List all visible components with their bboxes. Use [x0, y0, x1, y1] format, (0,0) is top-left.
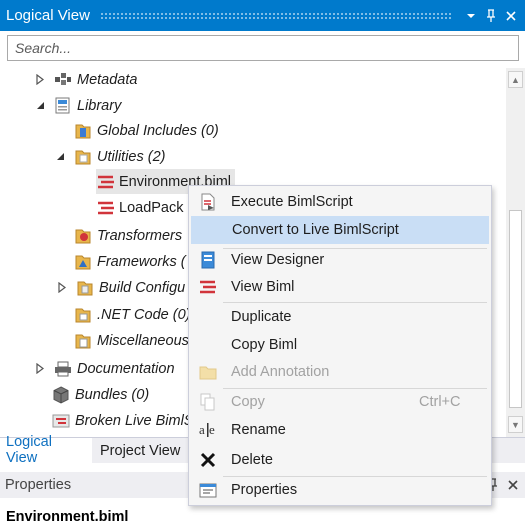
tree-item-miscellaneous[interactable]: Miscellaneous [74, 328, 189, 353]
menu-item-copy-biml[interactable]: Copy Biml [191, 331, 489, 359]
menu-item-copy[interactable]: Copy Ctrl+C [191, 388, 489, 416]
designer-icon [199, 251, 217, 269]
collapse-icon[interactable] [34, 100, 46, 112]
expand-icon[interactable] [34, 74, 46, 86]
menu-item-view-designer[interactable]: View Designer [191, 246, 489, 274]
folder-icon [74, 306, 92, 324]
library-icon [54, 97, 72, 115]
tree-item-build-configurations[interactable]: Build Configu [56, 275, 185, 300]
folder-icon [74, 122, 92, 140]
search-box[interactable] [7, 35, 519, 61]
menu-item-label: View Biml [231, 279, 295, 295]
tree-item-label: Bundles (0) [75, 386, 150, 403]
tree-item-net-code[interactable]: .NET Code (0) [74, 302, 190, 327]
menu-item-label: Properties [231, 482, 298, 498]
tab-label: Logical View [6, 434, 52, 466]
menu-item-label: Convert to Live BimlScript [232, 222, 399, 238]
tool-window-titlebar: Logical View [0, 0, 525, 31]
tree-item-label: Miscellaneous [97, 332, 189, 349]
tree-scrollbar[interactable]: ▲ ▼ [506, 68, 525, 438]
execute-script-icon [199, 193, 217, 211]
tree-item-label: Build Configu [99, 279, 186, 296]
metadata-icon [54, 71, 72, 89]
menu-item-add-annotation[interactable]: Add Annotation [191, 358, 489, 386]
menu-item-label: Delete [231, 452, 273, 468]
tab-label: Project View [100, 443, 181, 459]
menu-item-label: Execute BimlScript [231, 194, 353, 210]
tree-item-metadata[interactable]: Metadata [34, 67, 137, 92]
search-input[interactable] [8, 36, 518, 60]
biml-file-icon [96, 199, 114, 217]
menu-item-label: Copy Biml [231, 337, 298, 353]
tree-item-label: Metadata [77, 71, 138, 88]
pin-icon[interactable] [481, 6, 501, 26]
menu-item-label: View Designer [231, 252, 325, 268]
tree-item-label: .NET Code (0) [97, 306, 191, 323]
tree-item-library[interactable]: Library [34, 93, 121, 118]
printer-icon [54, 360, 72, 378]
properties-icon [199, 481, 217, 499]
menu-item-shortcut: Ctrl+C [419, 394, 461, 410]
menu-item-label: Copy [231, 394, 265, 410]
folder-icon [74, 332, 92, 350]
frameworks-folder-icon [74, 253, 92, 271]
tree-item-label: Broken Live BimlS [75, 412, 194, 429]
menu-item-label: Duplicate [231, 309, 292, 325]
scrollbar-thumb[interactable] [509, 210, 522, 408]
menu-item-label: Rename [231, 422, 286, 438]
properties-title: Properties [5, 477, 72, 493]
tree-item-label: Frameworks ( [97, 253, 186, 270]
tree-item-label: Library [77, 97, 122, 114]
tree-item-label: Transformers [97, 227, 183, 244]
tree-item-label: Global Includes (0) [97, 122, 219, 139]
tree-item-bundles[interactable]: Bundles (0) [52, 382, 149, 407]
window-title: Logical View [6, 7, 90, 24]
tree-item-label: Documentation [77, 360, 175, 377]
folder-icon [74, 148, 92, 166]
delete-x-icon [199, 451, 217, 469]
rename-icon: ae [199, 421, 217, 439]
collapse-icon[interactable] [54, 151, 66, 163]
tree-item-broken-live-bimlscripts[interactable]: Broken Live BimlS [52, 408, 193, 433]
tree-item-global-includes[interactable]: Global Includes (0) [74, 118, 219, 143]
menu-item-view-biml[interactable]: View Biml [191, 273, 489, 301]
scroll-up-icon[interactable]: ▲ [508, 71, 523, 88]
annotation-icon [199, 363, 217, 381]
svg-text:e: e [209, 422, 215, 437]
tree-item-documentation[interactable]: Documentation [34, 356, 175, 381]
transformers-folder-icon [74, 227, 92, 245]
tab-logical-view[interactable]: Logical View [0, 434, 92, 466]
bundle-icon [52, 385, 70, 404]
menu-item-properties[interactable]: Properties [191, 476, 489, 504]
tree-item-label: Utilities (2) [97, 148, 166, 165]
menu-item-delete[interactable]: Delete [191, 446, 489, 474]
scroll-down-icon[interactable]: ▼ [508, 416, 523, 433]
close-icon[interactable] [504, 475, 522, 495]
menu-item-convert-live-bimlscript[interactable]: Convert to Live BimlScript [191, 216, 489, 244]
close-icon[interactable] [501, 6, 521, 26]
context-menu: Execute BimlScript Convert to Live BimlS… [188, 185, 492, 506]
biml-file-icon [96, 173, 114, 191]
folder-icon [76, 279, 94, 297]
properties-object-name: Environment.biml [6, 509, 129, 525]
menu-item-execute-bimlscript[interactable]: Execute BimlScript [191, 188, 489, 216]
menu-item-label: Add Annotation [231, 364, 330, 380]
tree-item-frameworks[interactable]: Frameworks ( [74, 249, 186, 274]
menu-item-rename[interactable]: ae Rename [191, 416, 489, 444]
dropdown-icon[interactable] [461, 6, 481, 26]
expand-icon[interactable] [34, 363, 46, 375]
titlebar-grip[interactable] [99, 12, 453, 19]
menu-item-duplicate[interactable]: Duplicate [191, 303, 489, 331]
svg-text:a: a [199, 422, 205, 437]
tree-item-transformers[interactable]: Transformers [74, 223, 182, 248]
expand-icon[interactable] [56, 282, 68, 294]
biml-icon [199, 278, 217, 296]
tab-project-view[interactable]: Project View [94, 438, 186, 464]
copy-icon [199, 393, 217, 411]
broken-script-icon [52, 412, 70, 430]
tree-item-utilities[interactable]: Utilities (2) [54, 144, 165, 169]
tree-item-label: LoadPack [119, 199, 184, 216]
tree-item-loadpack[interactable]: LoadPack [96, 195, 184, 220]
